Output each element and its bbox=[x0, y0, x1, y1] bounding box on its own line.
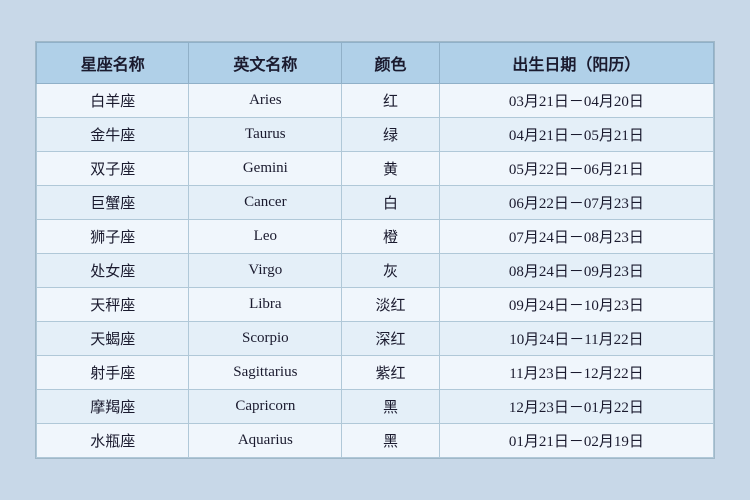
cell-chinese-name: 摩羯座 bbox=[37, 390, 189, 424]
cell-dates: 04月21日－05月21日 bbox=[439, 118, 713, 152]
table-body: 白羊座Aries红03月21日－04月20日金牛座Taurus绿04月21日－0… bbox=[37, 84, 714, 458]
cell-chinese-name: 处女座 bbox=[37, 254, 189, 288]
header-english-name: 英文名称 bbox=[189, 43, 342, 84]
cell-dates: 12月23日－01月22日 bbox=[439, 390, 713, 424]
cell-dates: 08月24日－09月23日 bbox=[439, 254, 713, 288]
table-row: 狮子座Leo橙07月24日－08月23日 bbox=[37, 220, 714, 254]
cell-english-name: Libra bbox=[189, 288, 342, 322]
cell-english-name: Sagittarius bbox=[189, 356, 342, 390]
cell-english-name: Virgo bbox=[189, 254, 342, 288]
cell-dates: 09月24日－10月23日 bbox=[439, 288, 713, 322]
cell-english-name: Aries bbox=[189, 84, 342, 118]
table-row: 射手座Sagittarius紫红11月23日－12月22日 bbox=[37, 356, 714, 390]
cell-color: 深红 bbox=[342, 322, 440, 356]
cell-color: 黑 bbox=[342, 390, 440, 424]
cell-color: 白 bbox=[342, 186, 440, 220]
cell-chinese-name: 天蝎座 bbox=[37, 322, 189, 356]
cell-chinese-name: 白羊座 bbox=[37, 84, 189, 118]
zodiac-table-container: 星座名称 英文名称 颜色 出生日期（阳历） 白羊座Aries红03月21日－04… bbox=[35, 41, 715, 459]
cell-color: 橙 bbox=[342, 220, 440, 254]
cell-chinese-name: 双子座 bbox=[37, 152, 189, 186]
cell-english-name: Gemini bbox=[189, 152, 342, 186]
cell-dates: 05月22日－06月21日 bbox=[439, 152, 713, 186]
cell-color: 紫红 bbox=[342, 356, 440, 390]
cell-english-name: Scorpio bbox=[189, 322, 342, 356]
header-color: 颜色 bbox=[342, 43, 440, 84]
table-row: 巨蟹座Cancer白06月22日－07月23日 bbox=[37, 186, 714, 220]
cell-color: 黄 bbox=[342, 152, 440, 186]
table-row: 白羊座Aries红03月21日－04月20日 bbox=[37, 84, 714, 118]
cell-chinese-name: 射手座 bbox=[37, 356, 189, 390]
table-row: 金牛座Taurus绿04月21日－05月21日 bbox=[37, 118, 714, 152]
cell-color: 绿 bbox=[342, 118, 440, 152]
cell-dates: 07月24日－08月23日 bbox=[439, 220, 713, 254]
cell-english-name: Taurus bbox=[189, 118, 342, 152]
cell-dates: 11月23日－12月22日 bbox=[439, 356, 713, 390]
cell-english-name: Leo bbox=[189, 220, 342, 254]
table-row: 双子座Gemini黄05月22日－06月21日 bbox=[37, 152, 714, 186]
zodiac-table: 星座名称 英文名称 颜色 出生日期（阳历） 白羊座Aries红03月21日－04… bbox=[36, 42, 714, 458]
table-row: 摩羯座Capricorn黑12月23日－01月22日 bbox=[37, 390, 714, 424]
table-row: 水瓶座Aquarius黑01月21日－02月19日 bbox=[37, 424, 714, 458]
table-row: 天蝎座Scorpio深红10月24日－11月22日 bbox=[37, 322, 714, 356]
cell-color: 灰 bbox=[342, 254, 440, 288]
cell-english-name: Cancer bbox=[189, 186, 342, 220]
cell-color: 红 bbox=[342, 84, 440, 118]
header-chinese-name: 星座名称 bbox=[37, 43, 189, 84]
cell-chinese-name: 金牛座 bbox=[37, 118, 189, 152]
cell-dates: 03月21日－04月20日 bbox=[439, 84, 713, 118]
table-row: 天秤座Libra淡红09月24日－10月23日 bbox=[37, 288, 714, 322]
cell-color: 黑 bbox=[342, 424, 440, 458]
cell-dates: 10月24日－11月22日 bbox=[439, 322, 713, 356]
cell-chinese-name: 巨蟹座 bbox=[37, 186, 189, 220]
cell-dates: 01月21日－02月19日 bbox=[439, 424, 713, 458]
cell-chinese-name: 天秤座 bbox=[37, 288, 189, 322]
cell-dates: 06月22日－07月23日 bbox=[439, 186, 713, 220]
cell-color: 淡红 bbox=[342, 288, 440, 322]
table-header-row: 星座名称 英文名称 颜色 出生日期（阳历） bbox=[37, 43, 714, 84]
cell-english-name: Aquarius bbox=[189, 424, 342, 458]
cell-chinese-name: 水瓶座 bbox=[37, 424, 189, 458]
table-row: 处女座Virgo灰08月24日－09月23日 bbox=[37, 254, 714, 288]
cell-english-name: Capricorn bbox=[189, 390, 342, 424]
header-dates: 出生日期（阳历） bbox=[439, 43, 713, 84]
cell-chinese-name: 狮子座 bbox=[37, 220, 189, 254]
